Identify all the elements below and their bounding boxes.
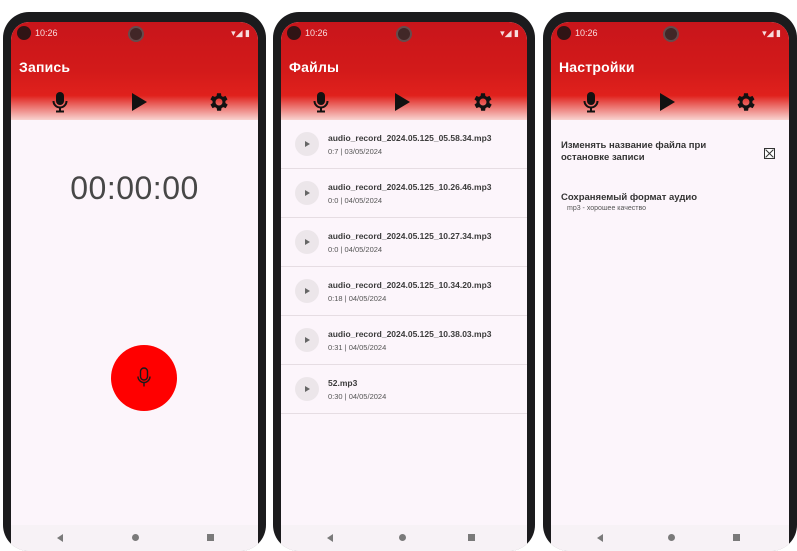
settings-screen: 10:26 ▾◢ ▮ Настройки Изменять название ф… [551,22,789,551]
list-item[interactable]: audio_record_2024.05.125_10.34.20.mp3 0:… [281,267,527,316]
microphone-icon[interactable] [307,88,335,116]
phone-settings: 10:26 ▾◢ ▮ Настройки Изменять название ф… [543,12,797,551]
home-icon[interactable] [668,534,675,541]
recents-icon[interactable] [468,534,475,541]
system-nav-bar [281,525,527,551]
camera-dot [287,26,301,40]
play-icon [305,386,310,392]
file-name: audio_record_2024.05.125_10.27.34.mp3 [328,231,492,241]
play-icon[interactable] [125,88,153,116]
play-icon [305,288,310,294]
play-icon [305,141,310,147]
play-icon[interactable] [388,88,416,116]
play-file-button[interactable] [295,181,319,205]
toolbar [11,88,258,116]
front-camera [128,26,144,42]
file-meta: 0:31 | 04/05/2024 [328,343,387,352]
play-file-button[interactable] [295,132,319,156]
microphone-icon[interactable] [577,88,605,116]
phone-files: 10:26 ▾◢ ▮ Файлы audio_record_2024.05.12… [273,12,535,551]
play-file-button[interactable] [295,279,319,303]
status-time: 10:26 [35,28,58,38]
setting-format-label: Сохраняемый формат аудио [561,192,698,203]
page-title: Запись [19,59,71,75]
recording-timer: 00:00:00 [70,170,199,206]
file-meta: 0:0 | 04/05/2024 [328,245,383,254]
setting-rename-label: Изменять название файла при остановке за… [561,140,707,163]
back-icon[interactable] [57,534,63,542]
file-name: audio_record_2024.05.125_10.34.20.mp3 [328,280,492,290]
play-file-button[interactable] [295,328,319,352]
play-icon[interactable] [653,88,681,116]
toolbar [281,88,527,116]
status-icons: ▾◢ ▮ [762,28,781,38]
rename-on-stop-checkbox[interactable] [764,148,775,159]
home-icon[interactable] [132,534,139,541]
file-meta: 0:18 | 04/05/2024 [328,294,387,303]
gear-icon[interactable] [204,88,232,116]
microphone-icon [137,367,151,387]
status-icons: ▾◢ ▮ [500,28,519,38]
system-nav-bar [551,525,789,551]
play-file-button[interactable] [295,377,319,401]
back-icon[interactable] [597,534,603,542]
microphone-icon[interactable] [46,88,74,116]
back-icon[interactable] [327,534,333,542]
system-nav-bar [11,525,258,551]
play-icon [305,190,310,196]
setting-rename-on-stop[interactable]: Изменять название файла при остановке за… [561,140,751,164]
list-item[interactable]: audio_record_2024.05.125_10.38.03.mp3 0:… [281,316,527,365]
camera-dot [557,26,571,40]
page-title: Файлы [289,59,340,75]
page-title: Настройки [559,59,635,75]
recents-icon[interactable] [207,534,214,541]
status-bar: 10:26 ▾◢ ▮ [281,22,527,44]
app-header: 10:26 ▾◢ ▮ Запись [11,22,258,120]
list-item[interactable]: audio_record_2024.05.125_10.26.46.mp3 0:… [281,169,527,218]
file-name: audio_record_2024.05.125_10.26.46.mp3 [328,182,492,192]
file-meta: 0:7 | 03/05/2024 [328,147,383,156]
home-icon[interactable] [399,534,406,541]
setting-audio-format[interactable]: Сохраняемый формат аудио mp3 - хорошее к… [561,192,697,212]
setting-format-value: mp3 - хорошее качество [567,205,647,212]
file-meta: 0:30 | 04/05/2024 [328,392,387,401]
play-icon [305,337,310,343]
gear-icon[interactable] [731,88,759,116]
files-list: audio_record_2024.05.125_05.58.34.mp3 0:… [281,120,527,414]
list-item[interactable]: audio_record_2024.05.125_10.27.34.mp3 0:… [281,218,527,267]
record-button[interactable] [111,345,177,411]
status-icons: ▾◢ ▮ [231,28,250,38]
recording-screen: 10:26 ▾◢ ▮ Запись 00:00:00 [11,22,258,551]
app-header: 10:26 ▾◢ ▮ Настройки [551,22,789,120]
phone-recording: 10:26 ▾◢ ▮ Запись 00:00:00 [3,12,266,551]
file-name: 52.mp3 [328,378,358,388]
gear-icon[interactable] [468,88,496,116]
file-name: audio_record_2024.05.125_05.58.34.mp3 [328,133,492,143]
app-header: 10:26 ▾◢ ▮ Файлы [281,22,527,120]
list-item[interactable]: audio_record_2024.05.125_05.58.34.mp3 0:… [281,120,527,169]
file-meta: 0:0 | 04/05/2024 [328,196,383,205]
status-time: 10:26 [305,28,328,38]
play-icon [305,239,310,245]
front-camera [396,26,412,42]
play-file-button[interactable] [295,230,319,254]
list-item[interactable]: 52.mp3 0:30 | 04/05/2024 [281,365,527,414]
status-time: 10:26 [575,28,598,38]
files-screen: 10:26 ▾◢ ▮ Файлы audio_record_2024.05.12… [281,22,527,551]
recents-icon[interactable] [733,534,740,541]
status-bar: 10:26 ▾◢ ▮ [11,22,258,44]
file-name: audio_record_2024.05.125_10.38.03.mp3 [328,329,492,339]
status-bar: 10:26 ▾◢ ▮ [551,22,789,44]
toolbar [551,88,789,116]
front-camera [663,26,679,42]
camera-dot [17,26,31,40]
